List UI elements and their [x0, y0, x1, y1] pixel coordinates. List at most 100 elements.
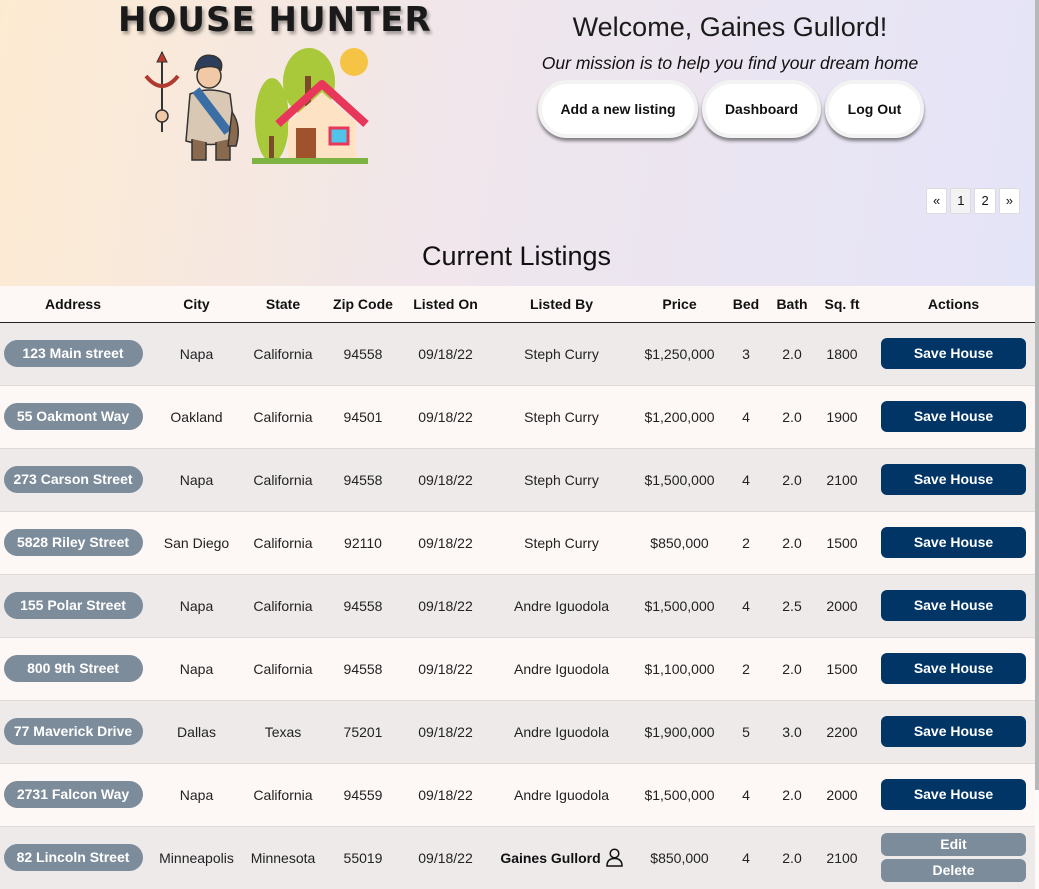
col-header: Price	[639, 286, 720, 323]
pagination-prev[interactable]: «	[926, 188, 948, 214]
logout-button[interactable]: Log Out	[825, 80, 924, 138]
cell-listed-on: 09/18/22	[407, 511, 484, 575]
cell-listed-on: 09/18/22	[407, 448, 484, 512]
address-link[interactable]: 2731 Falcon Way	[3, 781, 143, 808]
col-header: Bath	[772, 286, 812, 323]
cell-bed: 4	[720, 448, 772, 512]
welcome-message: Welcome, Gaines Gullord!	[572, 12, 888, 42]
cell-listed-by: Andre Iguodola	[484, 574, 639, 638]
cell-zip: 94558	[319, 448, 407, 512]
address-link[interactable]: 5828 Riley Street	[3, 529, 143, 556]
cell-actions: Save House	[872, 700, 1035, 764]
cell-listed-by: Steph Curry	[484, 511, 639, 575]
user-icon	[605, 848, 623, 867]
cell-city: Napa	[146, 322, 247, 386]
col-header: Sq. ft	[812, 286, 872, 323]
cell-bath: 3.0	[772, 700, 812, 764]
cell-bath: 2.0	[772, 763, 812, 827]
cell-address: 155 Polar Street	[0, 574, 146, 638]
cell-actions: Save House	[872, 385, 1035, 449]
pagination-page-1[interactable]: 1	[950, 188, 972, 214]
cell-address: 82 Lincoln Street	[0, 826, 146, 889]
save-house-button[interactable]: Save House	[881, 338, 1026, 369]
cell-bath: 2.5	[772, 574, 812, 638]
cell-address: 55 Oakmont Way	[0, 385, 146, 449]
cell-listed-on: 09/18/22	[407, 763, 484, 827]
cell-bath: 2.0	[772, 448, 812, 512]
cell-price: $1,200,000	[639, 385, 720, 449]
address-link[interactable]: 800 9th Street	[3, 655, 143, 682]
brand-title: HOUSE HUNTER	[118, 0, 432, 40]
cell-city: Dallas	[146, 700, 247, 764]
address-link[interactable]: 77 Maverick Drive	[3, 718, 143, 745]
cell-zip: 94558	[319, 574, 407, 638]
cell-actions: Save House	[872, 448, 1035, 512]
cell-state: Texas	[247, 700, 319, 764]
table-row: 800 9th Street Napa California 94558 09/18/2…	[0, 637, 1035, 701]
address-link[interactable]: 123 Main street	[3, 340, 143, 367]
cell-sqft: 1800	[812, 322, 872, 386]
address-link[interactable]: 155 Polar Street	[3, 592, 143, 619]
cell-listed-by: Andre Iguodola	[484, 637, 639, 701]
cell-bath: 2.0	[772, 322, 812, 386]
cell-bed: 3	[720, 322, 772, 386]
logo-illustration	[144, 48, 369, 164]
save-house-button[interactable]: Save House	[881, 590, 1026, 621]
pagination-page-2[interactable]: 2	[974, 188, 996, 214]
cell-bed: 4	[720, 385, 772, 449]
cell-zip: 94558	[319, 322, 407, 386]
cell-actions: Save House	[872, 574, 1035, 638]
cell-zip: 94559	[319, 763, 407, 827]
save-house-button[interactable]: Save House	[881, 779, 1026, 810]
col-header: State	[247, 286, 319, 323]
scrollbar[interactable]	[1035, 0, 1039, 790]
cell-state: California	[247, 637, 319, 701]
cell-actions: Save House	[872, 763, 1035, 827]
cell-sqft: 1500	[812, 637, 872, 701]
section-title: Current Listings	[421, 241, 612, 271]
col-header: City	[146, 286, 247, 323]
cell-bed: 5	[720, 700, 772, 764]
cell-city: Napa	[146, 637, 247, 701]
cell-listed-on: 09/18/22	[407, 385, 484, 449]
cell-price: $1,500,000	[639, 448, 720, 512]
delete-button[interactable]: Delete	[881, 859, 1026, 882]
save-house-button[interactable]: Save House	[881, 527, 1026, 558]
col-header: Bed	[720, 286, 772, 323]
cell-actions: Save House	[872, 637, 1035, 701]
cell-price: $1,900,000	[639, 700, 720, 764]
pagination-next[interactable]: »	[998, 188, 1020, 214]
listings-table: Address City State Zip Code Listed On Li…	[0, 286, 1035, 889]
table-row: 77 Maverick Drive Dallas Texas 75201 09/18/2…	[0, 700, 1035, 764]
save-house-button[interactable]: Save House	[881, 716, 1026, 747]
cell-listed-on: 09/18/22	[407, 637, 484, 701]
save-house-button[interactable]: Save House	[881, 464, 1026, 495]
cell-city: Napa	[146, 448, 247, 512]
cell-bed: 4	[720, 763, 772, 827]
address-link[interactable]: 82 Lincoln Street	[3, 844, 143, 871]
cell-actions: Save House	[872, 322, 1035, 386]
cell-sqft: 2100	[812, 448, 872, 512]
cell-state: California	[247, 448, 319, 512]
cell-zip: 94501	[319, 385, 407, 449]
col-header: Zip Code	[319, 286, 407, 323]
table-row: 155 Polar Street Napa California 94558 09/18…	[0, 574, 1035, 638]
address-link[interactable]: 273 Carson Street	[3, 466, 143, 493]
save-house-button[interactable]: Save House	[881, 653, 1026, 684]
edit-button[interactable]: Edit	[881, 833, 1026, 856]
owner-label: Gaines Gullord	[500, 848, 623, 867]
cell-actions: Edit Delete	[872, 826, 1035, 889]
cell-address: 800 9th Street	[0, 637, 146, 701]
table-row: 5828 Riley Street San Diego California 9211…	[0, 511, 1035, 575]
save-house-button[interactable]: Save House	[881, 401, 1026, 432]
cell-price: $1,500,000	[639, 763, 720, 827]
address-link[interactable]: 55 Oakmont Way	[3, 403, 143, 430]
cell-state: California	[247, 322, 319, 386]
dashboard-button[interactable]: Dashboard	[702, 80, 821, 138]
cell-address: 5828 Riley Street	[0, 511, 146, 575]
mission-statement: Our mission is to help you find your dre…	[541, 53, 919, 73]
table-row: 123 Main street Napa California 94558 09/18/…	[0, 322, 1035, 386]
cell-sqft: 2000	[812, 763, 872, 827]
col-header: Listed On	[407, 286, 484, 323]
add-listing-button[interactable]: Add a new listing	[538, 80, 698, 138]
